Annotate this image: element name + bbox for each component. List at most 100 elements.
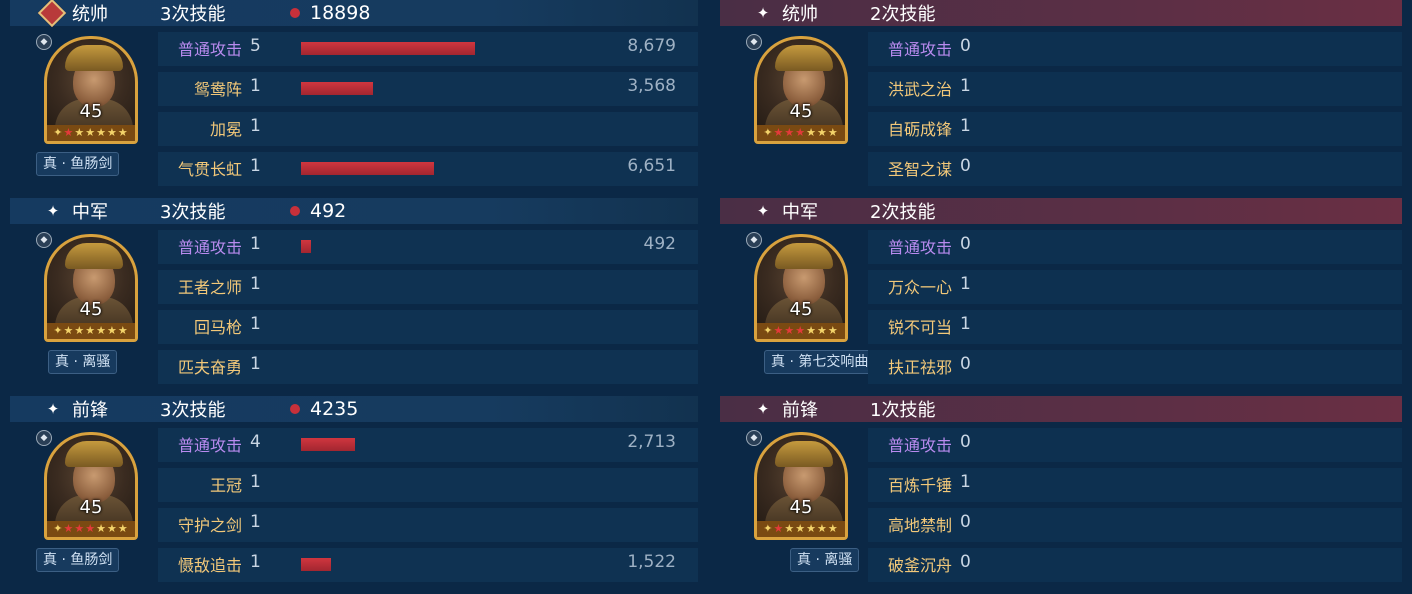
red-star-icon: ★ — [784, 126, 796, 139]
hero-headgear — [775, 243, 833, 269]
gold-star-icon: ★ — [106, 126, 118, 139]
portrait-frame: 45 ✦★★★★★★ — [44, 36, 138, 144]
position-name: 统帅 — [782, 4, 818, 25]
skill-name: 气贯长虹 — [177, 160, 242, 179]
hero-portrait[interactable]: 45 ✦★★★★★★ ◆ — [36, 34, 138, 144]
hero-type-icon: ◆ — [36, 430, 52, 446]
equipment-tag[interactable]: 真 · 第七交响曲 — [764, 350, 876, 374]
small-star-icon: ✦ — [53, 324, 64, 337]
skill-name: 普通攻击 — [177, 40, 242, 59]
skill-name: 百炼千锤 — [887, 476, 952, 495]
skill-damage-value: 6,651 — [627, 156, 676, 176]
position-label: ✦ 中军 — [10, 198, 160, 224]
skill-list: 普通攻击 0 百炼千锤 1 高地禁制 0 破釜沉舟 0 — [868, 424, 1402, 584]
skill-cast-count: 0 — [960, 36, 971, 56]
hero-type-icon: ◆ — [746, 232, 762, 248]
left-team-panel: 统帅 3次技能 18898 45 ✦★★★★★★ ◆ 真 · 鱼肠剑 普通攻击 5 8,679 鸳鸯… — [10, 0, 698, 594]
skill-name: 万众一心 — [887, 278, 952, 297]
hero-portrait[interactable]: 45 ✦★★★★★★ ◆ — [746, 430, 848, 540]
hero-portrait[interactable]: 45 ✦★★★★★★ ◆ — [746, 232, 848, 342]
hero-stars: ✦★★★★★★ — [47, 323, 135, 339]
skill-cast-count: 1 — [960, 472, 971, 492]
hero-portrait[interactable]: 45 ✦★★★★★★ ◆ — [36, 430, 138, 540]
skill-cast-count: 1 — [250, 116, 261, 136]
hero-stars: ✦★★★★★★ — [47, 521, 135, 537]
skill-name: 高地禁制 — [887, 516, 952, 535]
skill-row: 回马枪 1 — [158, 306, 698, 346]
skill-row: 锐不可当 1 — [868, 306, 1402, 346]
skill-cast-count: 1 — [250, 314, 261, 334]
total-damage: 492 — [290, 200, 346, 222]
skill-list: 普通攻击 0 万众一心 1 锐不可当 1 扶正祛邪 0 — [868, 226, 1402, 386]
gold-star-icon: ★ — [816, 126, 828, 139]
skill-name: 圣智之谋 — [887, 160, 952, 179]
small-star-icon: ✦ — [763, 522, 774, 535]
skill-name: 普通攻击 — [887, 436, 952, 455]
slot-header: ✦ 前锋 1次技能 — [720, 396, 1402, 422]
skill-count-label: 3次技能 — [160, 4, 226, 25]
gold-star-icon: ★ — [63, 324, 75, 337]
equipment-tag[interactable]: 真 · 离骚 — [790, 548, 860, 572]
skill-cast-count: 5 — [250, 36, 261, 56]
slot-header: 统帅 3次技能 18898 — [10, 0, 698, 28]
damage-bar — [301, 438, 355, 451]
position-name: 前锋 — [782, 400, 818, 421]
damage-dot-icon — [290, 404, 300, 414]
equipment-tag[interactable]: 真 · 鱼肠剑 — [36, 152, 120, 176]
skill-name: 普通攻击 — [887, 238, 952, 257]
gold-star-icon: ★ — [806, 324, 817, 337]
gold-star-icon: ★ — [795, 522, 807, 535]
skill-cast-count: 1 — [250, 512, 261, 532]
red-star-icon: ★ — [795, 324, 807, 337]
skill-row: 洪武之治 1 — [868, 68, 1402, 108]
gold-star-icon: ★ — [816, 324, 828, 337]
skill-row: 慑敌追击 1 1,522 — [158, 544, 698, 584]
hero-level: 45 — [79, 299, 103, 320]
skill-name: 加冕 — [209, 120, 242, 139]
skill-cast-count: 0 — [960, 354, 971, 374]
small-star-icon: ✦ — [763, 126, 774, 139]
position-name: 中军 — [72, 202, 108, 223]
skill-count-label: 2次技能 — [870, 4, 936, 25]
hero-level: 45 — [79, 497, 103, 518]
hero-stars: ✦★★★★★★ — [757, 323, 845, 339]
skill-cast-count: 1 — [250, 354, 261, 374]
position-label: ✦ 前锋 — [10, 396, 160, 422]
skill-cast-count: 0 — [960, 552, 971, 572]
damage-bar — [301, 558, 331, 571]
skill-name: 匹夫奋勇 — [177, 358, 242, 377]
total-damage-value: 18898 — [310, 2, 371, 24]
hero-portrait[interactable]: 45 ✦★★★★★★ ◆ — [36, 232, 138, 342]
equipment-tag[interactable]: 真 · 离骚 — [48, 350, 118, 374]
skill-row: 王冠 1 — [158, 464, 698, 504]
team-slot: ✦ 前锋 1次技能 45 ✦★★★★★★ ◆ 真 · 离骚 普通攻击 0 百炼千锤 1 高地禁制 0 破釜… — [720, 396, 1402, 594]
skill-damage-value: 492 — [643, 234, 676, 254]
gold-star-icon: ★ — [96, 324, 107, 337]
skill-cast-count: 0 — [960, 156, 971, 176]
skill-row: 守护之剑 1 — [158, 504, 698, 544]
skill-list: 普通攻击 4 2,713 王冠 1 守护之剑 1 慑敌追击 1 1,522 — [158, 424, 698, 584]
red-star-icon: ★ — [784, 324, 796, 337]
position-label: ✦ 中军 — [720, 198, 870, 224]
gold-star-icon: ★ — [106, 324, 118, 337]
position-label: ✦ 前锋 — [720, 396, 870, 422]
star-icon: ✦ — [756, 400, 770, 418]
gold-star-icon: ★ — [827, 324, 839, 337]
skill-name: 守护之剑 — [177, 516, 242, 535]
hero-headgear — [65, 45, 123, 71]
total-damage-value: 4235 — [310, 398, 359, 420]
hero-type-icon: ◆ — [746, 430, 762, 446]
skill-cast-count: 1 — [250, 234, 261, 254]
commander-badge-icon — [37, 0, 67, 28]
skill-name: 洪武之治 — [887, 80, 952, 99]
hero-portrait[interactable]: 45 ✦★★★★★★ ◆ — [746, 34, 848, 144]
gold-star-icon: ★ — [117, 126, 129, 139]
skill-name: 普通攻击 — [177, 436, 242, 455]
hero-headgear — [65, 441, 123, 467]
skill-name: 王者之师 — [177, 278, 242, 297]
gold-star-icon: ★ — [85, 324, 97, 337]
equipment-tag[interactable]: 真 · 鱼肠剑 — [36, 548, 120, 572]
skill-cast-count: 1 — [960, 274, 971, 294]
slot-header: ✦ 前锋 3次技能 4235 — [10, 396, 698, 422]
red-star-icon: ★ — [63, 126, 75, 139]
